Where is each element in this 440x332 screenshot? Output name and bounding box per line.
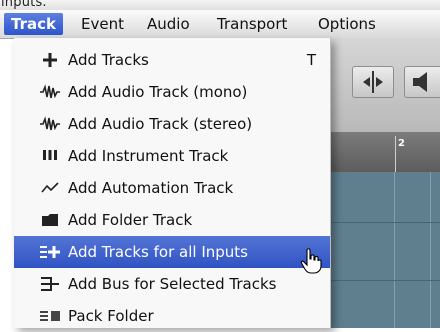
automation-icon <box>38 181 62 195</box>
ruler-marker: 2 <box>398 138 405 149</box>
menu-item-add-instrument[interactable]: Add Instrument Track <box>14 140 330 172</box>
pack-folder-icon <box>38 309 62 323</box>
menu-item-add-automation[interactable]: Add Automation Track <box>14 172 330 204</box>
menu-item-label: Pack Folder <box>68 307 154 325</box>
tracks-inputs-icon <box>38 245 62 259</box>
menu-item-label: Add Bus for Selected Tracks <box>68 275 277 293</box>
menu-item-label: Add Tracks for all Inputs <box>68 243 248 261</box>
menu-item-add-audio-stereo[interactable]: Add Audio Track (stereo) <box>14 108 330 140</box>
hand-cursor-icon <box>300 248 322 274</box>
menu-item-label: Add Instrument Track <box>68 147 229 165</box>
menubar: Track Event Audio Transport Options <box>0 10 440 39</box>
menu-audio[interactable]: Audio <box>140 13 197 35</box>
menu-item-add-bus[interactable]: Add Bus for Selected Tracks <box>14 268 330 300</box>
menu-transport[interactable]: Transport <box>210 13 294 35</box>
menu-event[interactable]: Event <box>74 13 131 35</box>
plus-icon <box>38 53 62 67</box>
top-caption: inputs. <box>1 0 47 10</box>
menu-item-add-tracks-all-inputs[interactable]: Add Tracks for all Inputs <box>14 236 330 268</box>
split-icon <box>363 71 383 93</box>
speaker-icon <box>413 72 427 92</box>
menu-item-label: Add Audio Track (stereo) <box>68 115 253 133</box>
toolbar-button[interactable] <box>404 66 440 98</box>
menu-item-label: Add Audio Track (mono) <box>68 83 248 101</box>
background-toolbar <box>330 38 440 132</box>
menu-item-pack-folder[interactable]: Pack Folder <box>14 300 330 332</box>
bus-icon <box>38 276 62 292</box>
folder-icon <box>38 213 62 227</box>
menu-item-label: Add Folder Track <box>68 211 193 229</box>
menu-options[interactable]: Options <box>311 13 383 35</box>
waveform-icon <box>38 116 62 132</box>
menu-item-add-tracks[interactable]: Add Tracks T <box>14 44 330 76</box>
menu-item-add-folder[interactable]: Add Folder Track <box>14 204 330 236</box>
menu-track[interactable]: Track <box>4 13 63 35</box>
shortcut-label: T <box>306 51 316 69</box>
menu-item-add-audio-mono[interactable]: Add Audio Track (mono) <box>14 76 330 108</box>
track-menu-dropdown: Add Tracks T Add Audio Track (mono) Add … <box>14 38 331 328</box>
menu-item-label: Add Automation Track <box>68 179 234 197</box>
instrument-icon <box>38 149 62 163</box>
toolbar-button[interactable] <box>352 66 394 98</box>
waveform-icon <box>38 84 62 100</box>
background-ruler: 2 <box>330 132 440 172</box>
background-track-area <box>330 172 440 328</box>
menu-item-label: Add Tracks <box>68 51 149 69</box>
